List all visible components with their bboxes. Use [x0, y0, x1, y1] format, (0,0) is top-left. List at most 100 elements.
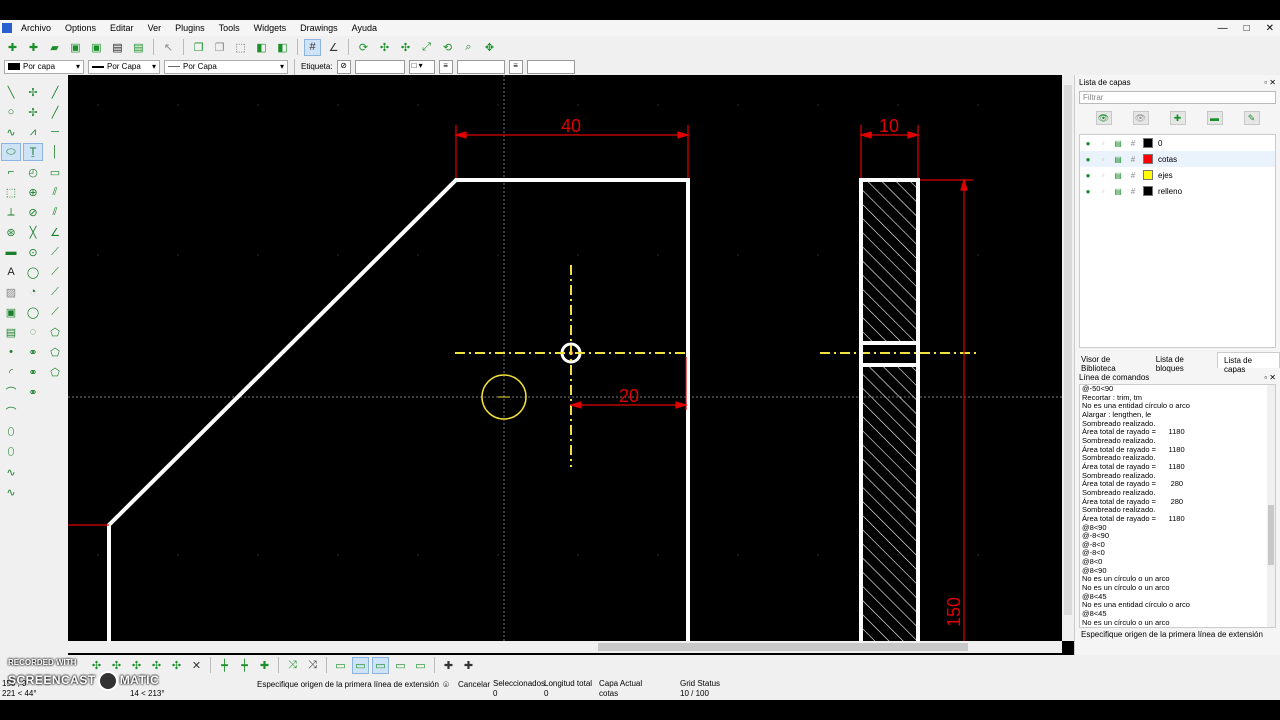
- zoom-in-icon[interactable]: ✣: [376, 39, 393, 56]
- edit-layer-icon[interactable]: ✎: [1243, 111, 1260, 125]
- restrict-vertical-icon[interactable]: ┿: [236, 657, 253, 674]
- snap-middle-mark-icon[interactable]: ✚: [440, 657, 457, 674]
- select-tool-icon[interactable]: ⬚: [1, 183, 21, 201]
- tab-layer-list[interactable]: Lista de capas: [1217, 352, 1280, 374]
- menu-ayuda[interactable]: Ayuda: [345, 23, 384, 33]
- layer-row[interactable]: ● ▫ ▤ # 0: [1080, 135, 1275, 151]
- print-icon[interactable]: ▤: [109, 39, 126, 56]
- cut-icon[interactable]: ⬚: [232, 39, 249, 56]
- construction-icon[interactable]: #: [1128, 171, 1138, 180]
- copy-icon[interactable]: ❐: [190, 39, 207, 56]
- label-align-icon[interactable]: ≡: [438, 59, 453, 74]
- close-window-button[interactable]: ✕: [1266, 23, 1274, 34]
- line-tool-icon[interactable]: ╲: [1, 83, 21, 101]
- remove-layer-icon[interactable]: ▬: [1206, 111, 1223, 125]
- layer-filter-input[interactable]: Filtrar: [1079, 91, 1276, 104]
- polygon-2p-icon[interactable]: ⬠: [45, 363, 65, 381]
- label-angle-input[interactable]: [526, 59, 575, 74]
- block-tool-icon[interactable]: ▤: [1, 323, 21, 341]
- line-two-points-icon[interactable]: ╱: [45, 83, 65, 101]
- polygon-cen-icon[interactable]: ⬠: [45, 323, 65, 341]
- arc-tool-icon[interactable]: ◜: [1, 363, 21, 381]
- snap-grid-icon[interactable]: ✢: [23, 103, 43, 121]
- label-input[interactable]: [354, 59, 405, 74]
- label-size-input[interactable]: [456, 59, 505, 74]
- layer-row[interactable]: ● ▫ ▤ # cotas: [1080, 151, 1275, 167]
- menu-widgets[interactable]: Widgets: [247, 23, 294, 33]
- insert-block-icon[interactable]: ◧: [274, 39, 291, 56]
- lock-icon[interactable]: ▫: [1098, 155, 1108, 164]
- label-spacing-icon[interactable]: ≡: [508, 59, 523, 74]
- layer-row[interactable]: ● ▫ ▤ # relleno: [1080, 183, 1275, 199]
- ellipse-arc-icon[interactable]: ⬯: [1, 443, 21, 461]
- eye-icon[interactable]: ●: [1083, 139, 1093, 148]
- redraw-icon[interactable]: ⟳: [355, 39, 372, 56]
- menu-plugins[interactable]: Plugins: [168, 23, 212, 33]
- line-freehand-icon[interactable]: ⟋: [45, 303, 65, 321]
- hatch-tool-icon[interactable]: ▨: [1, 283, 21, 301]
- snap-distance-mark-icon[interactable]: ✚: [460, 657, 477, 674]
- zoom-window-icon[interactable]: ⌕: [460, 39, 477, 56]
- restrict-horizontal-icon[interactable]: ┿: [216, 657, 233, 674]
- menu-ver[interactable]: Ver: [141, 23, 169, 33]
- construction-icon[interactable]: #: [1128, 139, 1138, 148]
- eye-icon[interactable]: ●: [1083, 187, 1093, 196]
- line-vertical-icon[interactable]: │: [45, 143, 65, 161]
- snap-endpoint-icon[interactable]: ⩘: [23, 123, 43, 141]
- tab-library-viewer[interactable]: Visor de Biblioteca: [1075, 352, 1150, 373]
- snap-center-icon[interactable]: ✣: [168, 657, 185, 674]
- snap-middle-icon[interactable]: ⊕: [23, 183, 43, 201]
- curve-tool-icon[interactable]: ∿: [1, 123, 21, 141]
- polyline-tool-icon[interactable]: ⌐: [1, 163, 21, 181]
- pan-icon[interactable]: ✥: [481, 39, 498, 56]
- label-style-select[interactable]: □ ▾: [408, 59, 435, 74]
- snap-distance-icon[interactable]: ⊘: [23, 203, 43, 221]
- print-icon[interactable]: ▤: [1113, 155, 1123, 164]
- layer-row[interactable]: ● ▫ ▤ # ejes: [1080, 167, 1275, 183]
- line-tangent-icon[interactable]: ∠: [45, 223, 65, 241]
- text-tool-icon[interactable]: Ṯ: [23, 143, 43, 161]
- snap-intersection-icon[interactable]: ╳: [23, 223, 43, 241]
- menu-drawings[interactable]: Drawings: [293, 23, 345, 33]
- select-pointer-icon[interactable]: ↖: [160, 39, 177, 56]
- panel-float-close-icon[interactable]: ▫ ✕: [1264, 78, 1276, 87]
- print-icon[interactable]: ▤: [1113, 171, 1123, 180]
- point-tool-icon[interactable]: •: [1, 343, 21, 361]
- menu-archivo[interactable]: Archivo: [14, 23, 58, 33]
- save-as-icon[interactable]: ▣: [88, 39, 105, 56]
- lock-icon[interactable]: ▫: [1098, 187, 1108, 196]
- eye-icon[interactable]: ●: [1083, 155, 1093, 164]
- scroll-thumb[interactable]: [1064, 85, 1072, 615]
- linewidth-select[interactable]: Por Capa ▾: [88, 59, 160, 74]
- circle-tan-icon[interactable]: ◌: [23, 323, 43, 341]
- circle-cr-icon[interactable]: ◯: [23, 303, 43, 321]
- view-4-icon[interactable]: ▭: [412, 657, 429, 674]
- arc-tan-icon[interactable]: ⌒: [1, 403, 21, 421]
- maximize-button[interactable]: □: [1244, 23, 1250, 34]
- color-select[interactable]: Por capa ▾: [4, 59, 84, 74]
- info-tool-icon[interactable]: ▬: [1, 243, 21, 261]
- construction-icon[interactable]: #: [1128, 187, 1138, 196]
- zoom-auto-icon[interactable]: ⤢: [418, 39, 435, 56]
- view-active-icon[interactable]: ▭: [352, 656, 369, 674]
- panel-float-close-icon[interactable]: ▫ ✕: [1264, 373, 1276, 382]
- restrict-ortho-icon[interactable]: ✚: [256, 657, 273, 674]
- horizontal-scrollbar[interactable]: [68, 641, 1062, 653]
- draft-mode-icon[interactable]: ∠: [325, 39, 342, 56]
- lock-icon[interactable]: ▫: [1098, 139, 1108, 148]
- spline-tool-icon[interactable]: ∿: [1, 463, 21, 481]
- mtext-tool-icon[interactable]: A: [1, 263, 21, 281]
- spline-points-icon[interactable]: ∿: [1, 483, 21, 501]
- snap-center-icon[interactable]: ◴: [23, 163, 43, 181]
- circle-center-icon[interactable]: ⊙: [23, 243, 43, 261]
- zoom-out-icon[interactable]: ✣: [397, 39, 414, 56]
- show-all-layers-icon[interactable]: 👁: [1095, 111, 1112, 125]
- open-file-icon[interactable]: ▰: [46, 39, 63, 56]
- paste-icon[interactable]: ❐: [211, 39, 228, 56]
- new-template-icon[interactable]: ✚: [25, 39, 42, 56]
- rectangle-tool-icon[interactable]: ▭: [45, 163, 65, 181]
- line-parallel-icon[interactable]: ⫽: [45, 183, 65, 201]
- print-icon[interactable]: ▤: [1113, 139, 1123, 148]
- view-3-icon[interactable]: ▭: [392, 657, 409, 674]
- snap-free-icon[interactable]: ✢: [23, 83, 43, 101]
